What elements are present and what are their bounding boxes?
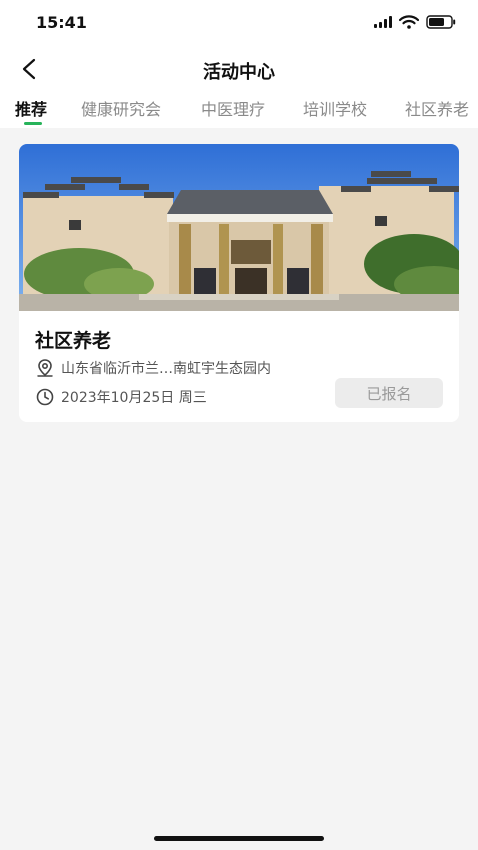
tab-tcm-therapy[interactable]: 中医理疗 xyxy=(201,96,265,120)
clock-icon xyxy=(36,388,54,406)
home-indicator[interactable] xyxy=(154,836,324,841)
date-row: 2023年10月25日 周三 xyxy=(35,387,207,407)
registered-status-button[interactable]: 已报名 xyxy=(335,378,443,408)
wifi-icon xyxy=(399,15,419,29)
status-time: 15:41 xyxy=(36,13,87,32)
activity-title: 社区养老 xyxy=(35,330,112,352)
header-area: 15:41 活动中心 推荐 健康研究会 中医理疗 培训学校 社区养老 xyxy=(0,0,478,128)
nav-bar: 活动中心 xyxy=(0,46,478,92)
tab-bar: 推荐 健康研究会 中医理疗 培训学校 社区养老 xyxy=(0,92,478,128)
tab-training-school[interactable]: 培训学校 xyxy=(303,96,367,120)
location-row: 山东省临沂市兰…南虹宇生态园内 xyxy=(35,358,271,378)
activity-image xyxy=(19,144,459,311)
location-pin-icon xyxy=(37,359,53,377)
status-icons xyxy=(374,15,456,29)
date-text: 2023年10月25日 周三 xyxy=(61,390,207,406)
battery-icon xyxy=(426,15,456,29)
page-title: 活动中心 xyxy=(203,62,275,83)
status-bar: 15:41 xyxy=(0,0,478,46)
tab-health-research[interactable]: 健康研究会 xyxy=(81,96,161,120)
tab-community-care[interactable]: 社区养老 xyxy=(405,96,469,120)
activity-card[interactable]: 社区养老 山东省临沂市兰…南虹宇生态园内 2023年10月25日 周三 已报名 xyxy=(19,144,459,422)
tab-recommended[interactable]: 推荐 xyxy=(15,96,47,120)
signal-icon xyxy=(374,16,392,28)
tab-active-indicator xyxy=(24,122,42,125)
location-text: 山东省临沂市兰…南虹宇生态园内 xyxy=(61,361,271,377)
